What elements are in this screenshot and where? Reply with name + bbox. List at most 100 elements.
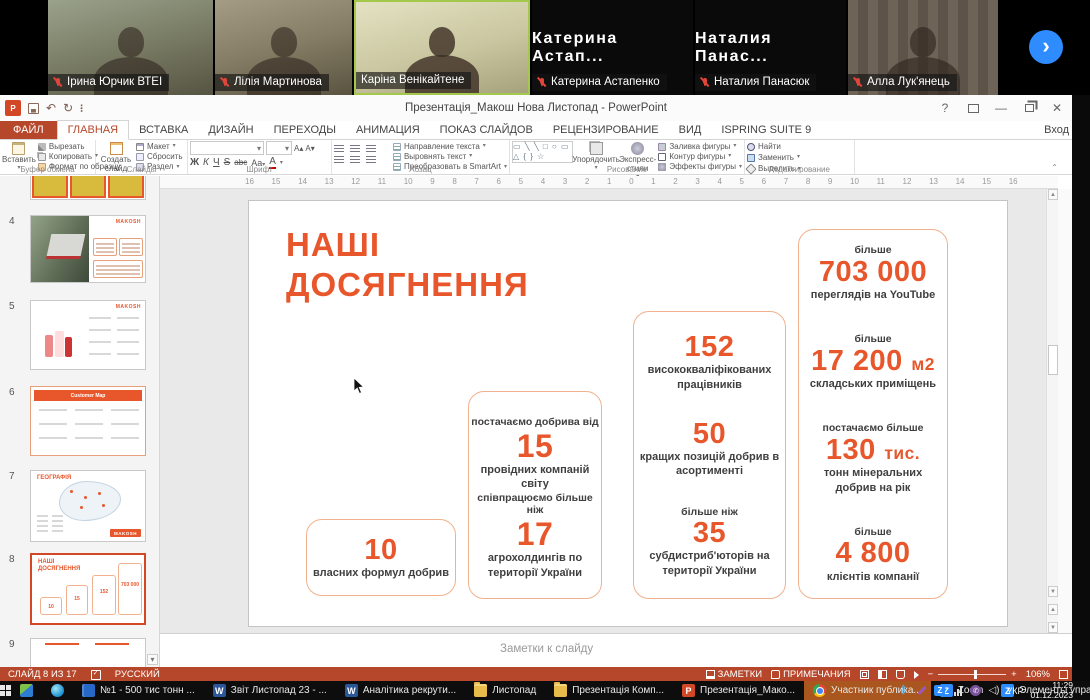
align-text-button[interactable]: Выровнять текст▾ bbox=[393, 152, 507, 161]
restore-button[interactable] bbox=[1016, 97, 1042, 119]
align-center-icon[interactable] bbox=[350, 155, 360, 163]
pen-icon[interactable] bbox=[916, 685, 927, 696]
zoom-in-icon[interactable]: + bbox=[1011, 669, 1017, 680]
scrollbar-thumb[interactable] bbox=[1048, 345, 1058, 375]
thumbnail-preview[interactable]: Customer Map bbox=[30, 386, 146, 456]
participant-tile[interactable]: Лілія Мартинова bbox=[215, 0, 352, 95]
layout-button[interactable]: Макет▾ bbox=[136, 142, 183, 151]
font-size-combobox[interactable]: ▾ bbox=[266, 141, 292, 155]
next-participants-button[interactable]: › bbox=[1029, 30, 1063, 64]
ribbon-display-options-button[interactable] bbox=[960, 97, 986, 119]
scroll-down-icon[interactable]: ▼ bbox=[1048, 586, 1058, 597]
tab-главная[interactable]: ГЛАВНАЯ bbox=[57, 120, 129, 140]
tab-рецензирование[interactable]: РЕЦЕНЗИРОВАНИЕ bbox=[543, 121, 669, 139]
shapes-gallery[interactable]: ▭ ╲ ╲ □ ○ ▭ △ { } ☆ bbox=[512, 141, 573, 163]
fit-slide-to-window-icon[interactable] bbox=[1059, 670, 1068, 679]
align-left-icon[interactable] bbox=[334, 155, 344, 163]
taskbar-button-photos[interactable] bbox=[11, 681, 42, 700]
text-direction-button[interactable]: Направление текста▾ bbox=[393, 142, 507, 151]
zoom-level[interactable]: 106% bbox=[1026, 669, 1050, 680]
grow-font-button[interactable]: A▴ bbox=[294, 144, 303, 153]
tab-анимация[interactable]: АНИМАЦИЯ bbox=[346, 121, 430, 139]
collapse-ribbon-icon[interactable]: ⌃ bbox=[1051, 163, 1058, 172]
stat-card-2[interactable]: постачаємо добрива від15провідних компан… bbox=[468, 391, 602, 599]
save-icon[interactable] bbox=[28, 103, 39, 114]
redo-icon[interactable]: ↻ bbox=[63, 102, 73, 114]
normal-view-button[interactable] bbox=[860, 670, 869, 679]
taskbar-button-аналітика-рекрути-[interactable]: WАналітика рекрути... bbox=[336, 681, 465, 700]
close-button[interactable]: ✕ bbox=[1044, 97, 1070, 119]
zoom-out-icon[interactable]: − bbox=[928, 669, 934, 680]
notes-toggle-button[interactable]: ЗАМЕТКИ bbox=[706, 669, 763, 680]
sign-in-link[interactable]: Вход bbox=[1044, 124, 1069, 136]
taskbar-button--1-500-тис-тонн-[interactable]: №1 - 500 тис тонн ... bbox=[73, 681, 204, 700]
start-button[interactable] bbox=[0, 681, 11, 700]
shape-outline-button[interactable]: Контур фигуры▾ bbox=[658, 152, 742, 161]
previous-slide-button[interactable]: ▲ bbox=[1048, 604, 1058, 615]
tab-вид[interactable]: ВИД bbox=[669, 121, 712, 139]
tab-переходы[interactable]: ПЕРЕХОДЫ bbox=[264, 121, 346, 139]
numbering-icon[interactable] bbox=[350, 144, 360, 152]
shape-fill-button[interactable]: Заливка фигуры▾ bbox=[658, 142, 742, 151]
slideshow-button[interactable] bbox=[914, 671, 919, 679]
tab-ispring-suite-9[interactable]: ISPRING SUITE 9 bbox=[711, 121, 821, 139]
taskbar-button-презентація-мако-[interactable]: PПрезентація_Мако... bbox=[673, 681, 804, 700]
shrink-font-button[interactable]: A▾ bbox=[305, 144, 314, 153]
spellcheck-icon[interactable] bbox=[91, 670, 101, 680]
bluetooth-icon[interactable]: ᛒ bbox=[898, 685, 909, 696]
thumbnail-preview[interactable] bbox=[30, 176, 146, 200]
slide-canvas[interactable]: НАШІДОСЯГНЕННЯ 10власних формул добривпо… bbox=[248, 200, 1008, 627]
slide-title[interactable]: НАШІДОСЯГНЕННЯ bbox=[286, 225, 529, 304]
undo-icon[interactable]: ↶ bbox=[46, 102, 56, 114]
qat-customize-icon[interactable]: ᎒ bbox=[80, 102, 83, 114]
participant-tile[interactable]: Наталия Панас...Наталия Панасюк bbox=[695, 0, 846, 95]
taskbar-button-презентація-комп-[interactable]: Презентація Комп... bbox=[545, 681, 673, 700]
stat-card-1[interactable]: 10власних формул добрив bbox=[306, 519, 456, 596]
tab-вставка[interactable]: ВСТАВКА bbox=[129, 121, 198, 139]
quick-styles-button[interactable]: Экспресс-стили▾ bbox=[619, 141, 656, 180]
language-indicator[interactable]: РУССКИЙ bbox=[115, 669, 160, 680]
line-spacing-icon[interactable] bbox=[366, 155, 376, 163]
tab-файл[interactable]: ФАЙЛ bbox=[0, 121, 57, 139]
zoom-slider-thumb[interactable] bbox=[974, 670, 977, 679]
stat-card-3[interactable]: 152висококваліфікованих працівників50кра… bbox=[633, 311, 786, 599]
language-tray[interactable]: УКР bbox=[1006, 686, 1023, 696]
participant-tile[interactable]: Катерина Астап...Катерина Астапенко bbox=[532, 0, 693, 95]
thumbnail-preview[interactable]: ГЕОГРАФІЯMAKOSH bbox=[30, 470, 146, 542]
thumbnails-scroll-down-icon[interactable]: ▾ bbox=[147, 654, 158, 665]
speaker-icon[interactable]: ◁) bbox=[988, 685, 999, 696]
reading-view-button[interactable] bbox=[896, 670, 905, 679]
taskbar-button-звіт-листопад-23-[interactable]: WЗвіт Листопад 23 - ... bbox=[204, 681, 336, 700]
network-icon[interactable] bbox=[952, 685, 963, 696]
participant-tile[interactable]: Каріна Венікайтене bbox=[354, 0, 530, 95]
slide-sorter-view-button[interactable] bbox=[878, 670, 887, 679]
thumbnail-preview[interactable] bbox=[30, 638, 146, 667]
help-button[interactable]: ? bbox=[932, 97, 958, 119]
taskbar-button-edge[interactable] bbox=[42, 681, 73, 700]
thumbnail-preview[interactable]: НАШІ ДОСЯГНЕННЯ1015152703 000 bbox=[30, 553, 146, 625]
font-name-combobox[interactable]: ▾ bbox=[190, 141, 264, 155]
notes-placeholder[interactable]: Заметки к слайду bbox=[500, 643, 593, 655]
thumbnail-preview[interactable]: MAKOSH bbox=[30, 300, 146, 370]
tab-дизайн[interactable]: ДИЗАЙН bbox=[198, 121, 263, 139]
scroll-up-icon[interactable]: ▲ bbox=[1048, 189, 1058, 200]
notes-panel[interactable]: Заметки к слайду bbox=[160, 633, 1072, 667]
taskbar-button-листопад[interactable]: Листопад bbox=[465, 681, 545, 700]
viber-icon[interactable]: ✆ bbox=[970, 685, 981, 696]
find-button[interactable]: Найти bbox=[747, 142, 801, 151]
participant-tile[interactable]: Алла Лук'янець bbox=[848, 0, 998, 95]
clock[interactable]: 11:2901.12.2023 bbox=[1030, 681, 1073, 700]
tab-показ-слайдов[interactable]: ПОКАЗ СЛАЙДОВ bbox=[430, 121, 543, 139]
next-slide-button[interactable]: ▼ bbox=[1048, 622, 1058, 633]
stat-card-4[interactable]: більше703 000переглядів на YouTubeбільше… bbox=[798, 229, 948, 599]
reset-button[interactable]: Сбросить bbox=[136, 152, 183, 161]
comments-toggle-button[interactable]: ПРИМЕЧАНИЯ bbox=[771, 669, 850, 680]
bullets-icon[interactable] bbox=[334, 144, 344, 152]
zoom-tray-icon[interactable]: Z bbox=[934, 685, 945, 696]
thumbnail-preview[interactable]: MAKOSH bbox=[30, 215, 146, 283]
minimize-button[interactable]: — bbox=[988, 97, 1014, 119]
participant-tile[interactable]: Ірина Юрчик ВТЕІ bbox=[48, 0, 213, 95]
zoom-slider[interactable]: − + bbox=[928, 669, 1017, 680]
replace-button[interactable]: Заменить▾ bbox=[747, 153, 801, 162]
indent-icon[interactable] bbox=[366, 144, 376, 152]
